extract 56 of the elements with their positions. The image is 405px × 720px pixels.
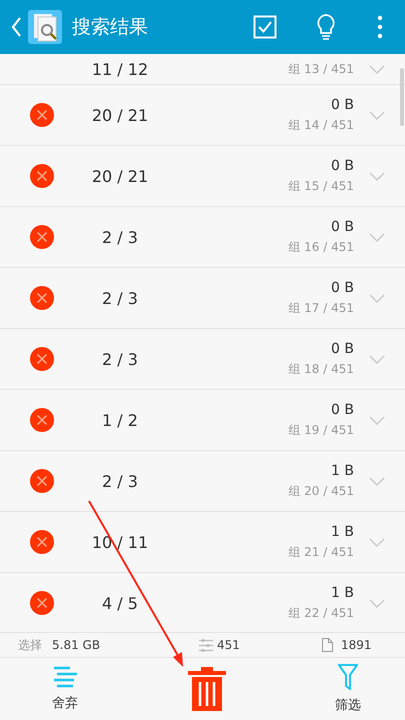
screen-title: 搜索结果 — [72, 15, 148, 40]
file-count: 2 / 3 — [101, 350, 139, 368]
file-count: 20 / 21 — [90, 166, 150, 186]
filter-icon — [338, 664, 358, 690]
file-icon — [322, 638, 333, 652]
group-index: 组 21 / 451 — [288, 544, 354, 560]
select-all-icon[interactable] — [253, 15, 277, 39]
scrollbar — [400, 68, 404, 126]
discard-button[interactable]: 舍弃 — [48, 658, 82, 720]
remove-icon[interactable] — [30, 469, 54, 493]
group-index: 组 14 / 451 — [288, 116, 354, 134]
remove-icon[interactable] — [30, 225, 54, 249]
document-search-icon — [28, 10, 62, 44]
group-size: 1 B — [331, 524, 354, 540]
group-index: 组 20 / 451 — [288, 482, 354, 500]
group-index: 组 22 / 451 — [288, 604, 354, 622]
remove-icon[interactable] — [30, 591, 54, 615]
remove-icon[interactable] — [30, 286, 54, 310]
file-count: 2 / 3 — [101, 288, 139, 308]
group-size: 0 B — [331, 158, 354, 174]
group-size: 0 B — [331, 340, 354, 356]
list-icon — [199, 638, 213, 652]
file-count: 2 / 3 — [101, 472, 139, 490]
group-count: 451 — [217, 638, 241, 652]
group-size: 0 B — [331, 280, 354, 296]
file-count: 10 / 11 — [90, 532, 150, 552]
lightbulb-icon[interactable] — [315, 13, 337, 41]
remove-icon[interactable] — [30, 164, 54, 188]
group-index: 组 18 / 451 — [288, 360, 354, 378]
remove-icon[interactable] — [30, 530, 54, 554]
file-count-total: 1891 — [341, 638, 372, 652]
file-count: 2 / 3 — [101, 228, 139, 246]
group-size: 1 B — [331, 584, 354, 600]
group-index: 组 13 / 451 — [288, 60, 354, 78]
remove-icon[interactable] — [30, 103, 54, 127]
group-size: 1 B — [331, 462, 354, 478]
file-count: 20 / 21 — [90, 106, 150, 124]
selected-size: 5.81 GB — [52, 638, 102, 652]
file-count: 4 / 5 — [101, 594, 139, 612]
file-count: 11 / 12 — [90, 60, 150, 78]
remove-icon[interactable] — [30, 408, 54, 432]
group-index: 组 17 / 451 — [288, 300, 354, 316]
trash-icon — [188, 667, 226, 711]
group-index: 组 19 / 451 — [288, 422, 354, 438]
more-icon[interactable] — [377, 15, 383, 39]
remove-icon[interactable] — [30, 347, 54, 371]
file-count: 1 / 2 — [101, 410, 139, 430]
group-size: 0 B — [331, 96, 354, 112]
group-size: 0 B — [331, 218, 354, 234]
lines-icon — [52, 666, 78, 688]
status-label: 选择 — [18, 636, 42, 654]
group-index: 组 15 / 451 — [288, 178, 354, 194]
group-index: 组 16 / 451 — [288, 238, 354, 256]
filter-button[interactable]: 筛选 — [331, 658, 365, 720]
back-icon[interactable] — [10, 16, 22, 38]
group-size: 0 B — [331, 402, 354, 418]
